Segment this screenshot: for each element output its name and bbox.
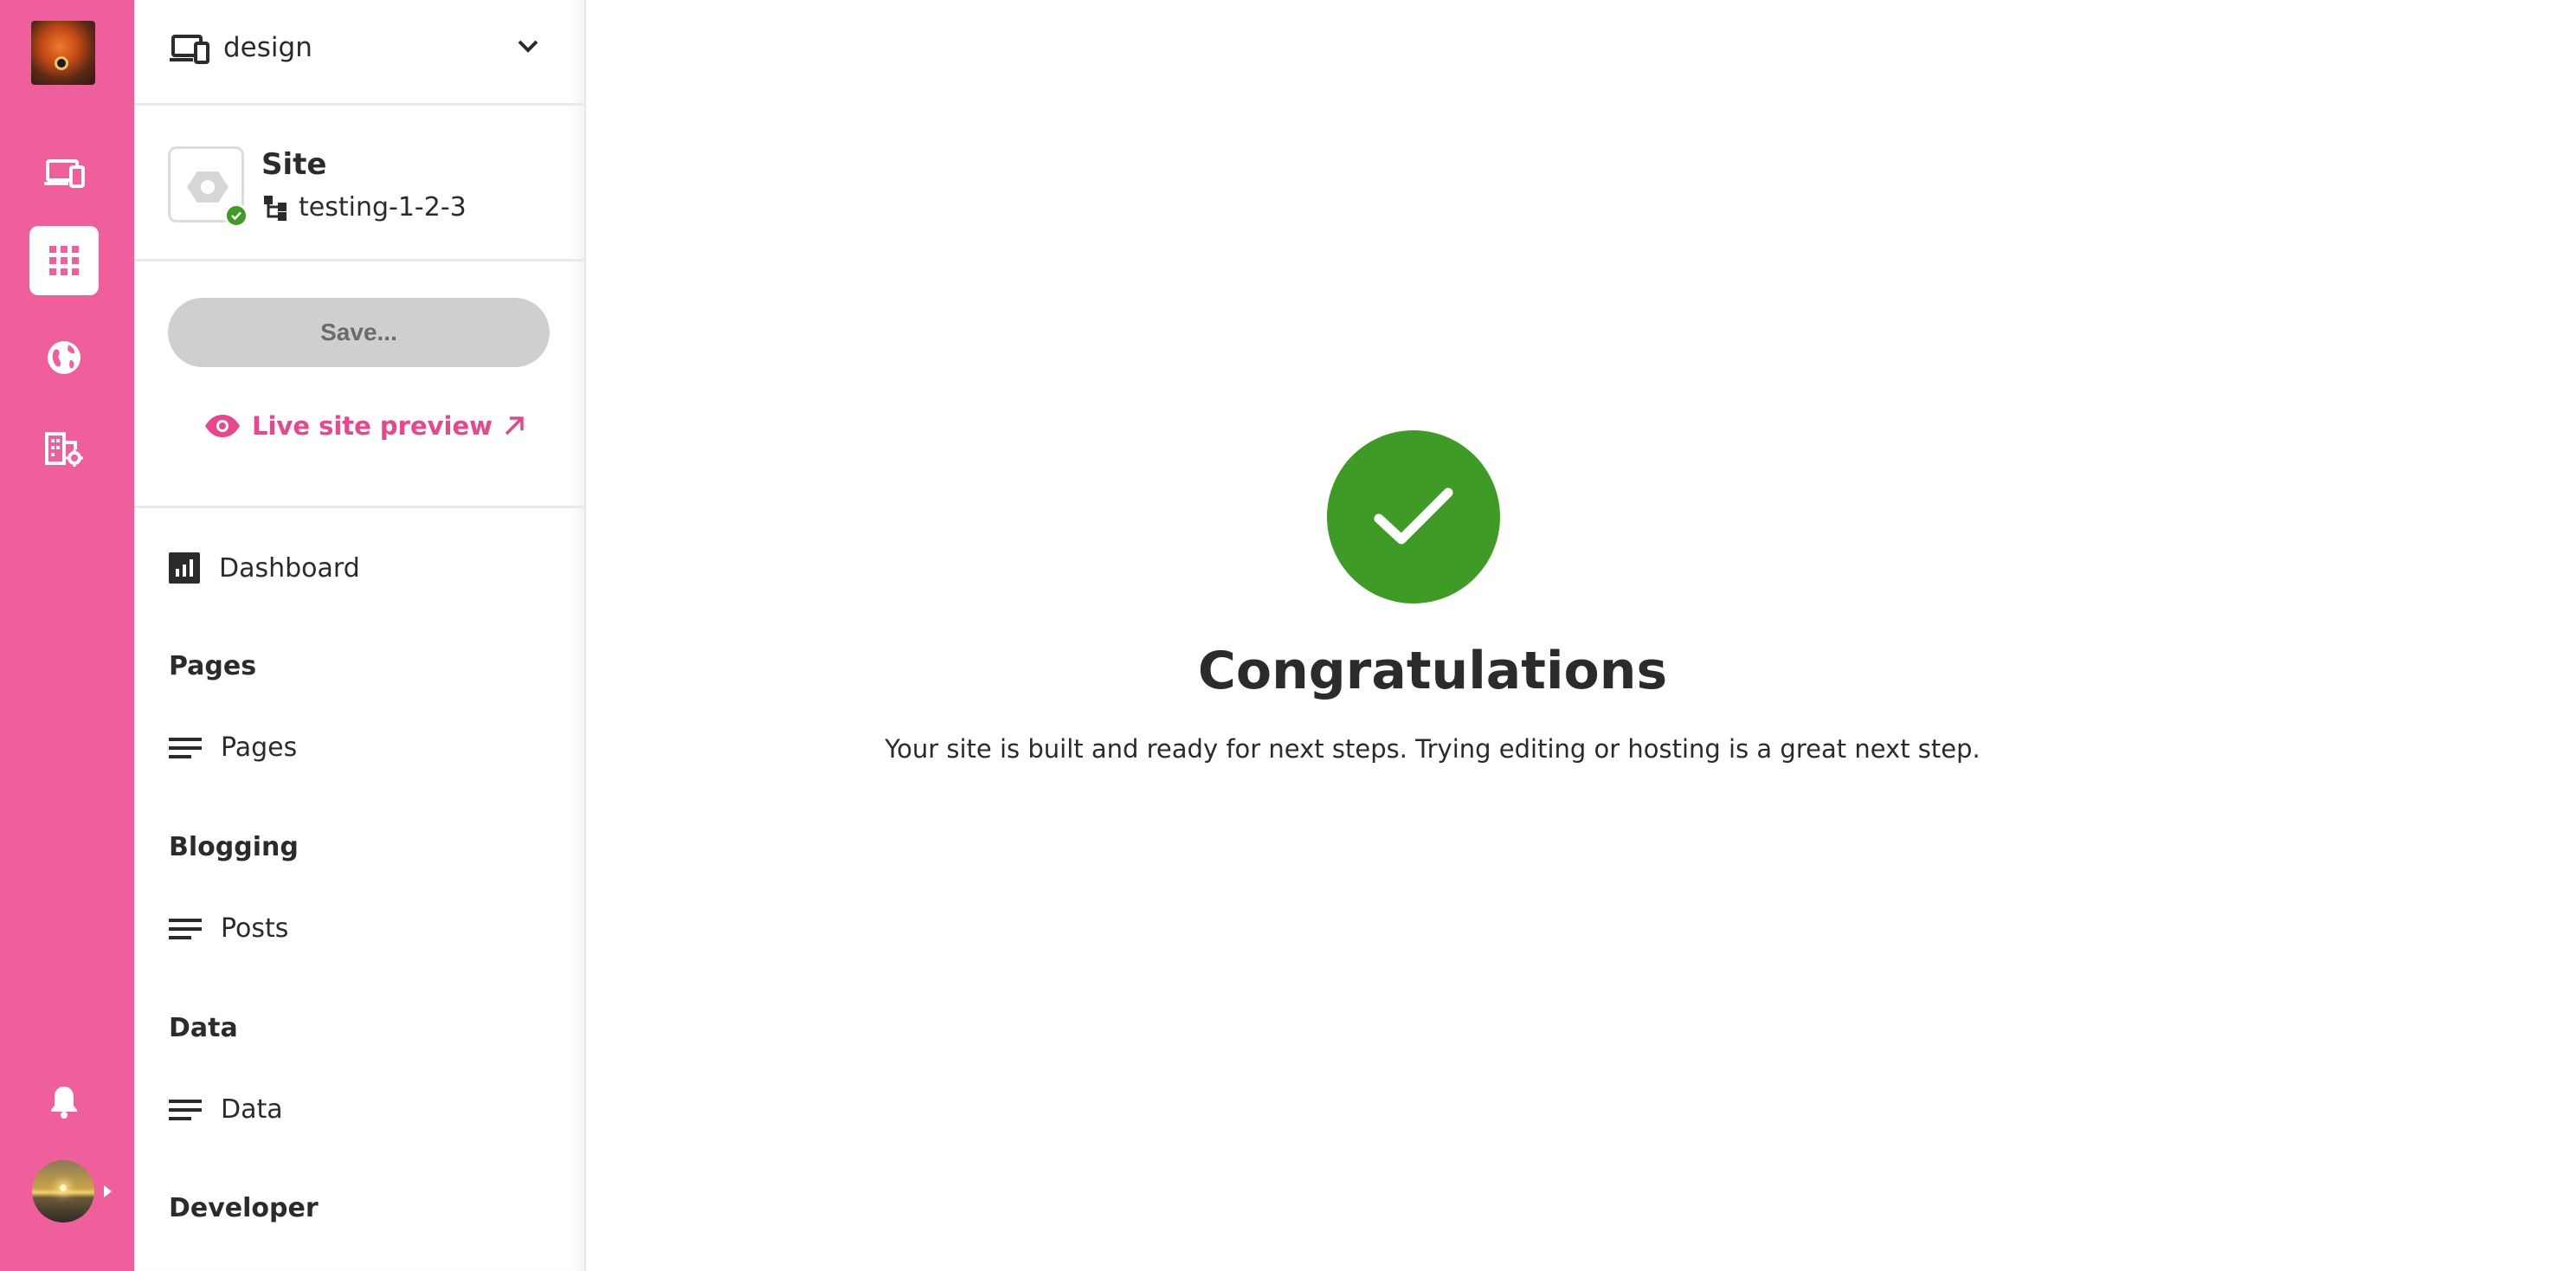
live-preview-label: Live site preview [252,411,493,441]
page-title: Congratulations [1197,641,1668,701]
save-button[interactable]: Save... [168,298,550,367]
eye-icon [205,415,240,437]
bell-icon [51,1087,77,1119]
app-logo[interactable] [31,21,95,85]
nav-item-posts[interactable]: Posts [169,913,288,944]
site-placeholder-icon [187,171,229,203]
section-heading-data: Data [169,1013,238,1043]
apps-grid-icon [49,246,79,275]
caret-right-icon [104,1185,112,1197]
globe-icon [48,341,80,374]
check-icon [224,203,248,228]
branch-icon [264,195,287,221]
project-name: design [223,32,312,63]
section-heading-developer: Developer [169,1193,319,1223]
branch-name: testing-1-2-3 [299,192,467,223]
left-rail [0,0,134,1271]
devices-icon [44,159,85,188]
rail-apps-button[interactable] [29,226,99,295]
rail-notifications-button[interactable] [29,1067,99,1136]
lines-icon [169,737,202,758]
nav-item-label: Posts [221,913,289,944]
nav-item-data[interactable]: Data [169,1094,283,1125]
devices-icon [170,35,209,64]
side-panel: design Site testing-1-2-3 Save... Live s… [134,0,586,1271]
success-message: Your site is built and ready for next st… [885,734,1980,764]
chevron-down-icon [518,40,538,53]
app-root: design Site testing-1-2-3 Save... Live s… [0,0,2576,1271]
rail-globe-button[interactable] [29,323,99,392]
dashboard-icon [169,552,200,584]
site-card: Site testing-1-2-3 [134,106,584,261]
live-preview-link[interactable]: Live site preview [203,411,525,441]
branch-selector[interactable]: testing-1-2-3 [262,192,467,223]
section-heading-pages: Pages [169,651,257,681]
lines-icon [169,1099,202,1120]
project-selector[interactable]: design [134,0,584,106]
section-heading-blogging: Blogging [169,832,299,862]
nav-item-label: Data [221,1094,283,1125]
divider [134,506,584,508]
success-check-icon [1327,430,1500,603]
main-content: Congratulations Your site is built and r… [586,0,2576,1271]
nav-item-dashboard[interactable]: Dashboard [169,552,360,584]
external-arrow-icon [505,416,524,435]
lines-icon [169,918,202,939]
nav-item-label: Pages [221,732,298,763]
nav-item-pages[interactable]: Pages [169,732,297,763]
site-title: Site [261,147,327,182]
site-thumbnail [168,146,248,228]
building-gear-icon [45,432,83,467]
nav-item-label: Dashboard [219,552,360,584]
rail-devices-button[interactable] [29,139,99,208]
user-avatar[interactable] [32,1160,94,1223]
rail-organization-button[interactable] [29,414,99,483]
